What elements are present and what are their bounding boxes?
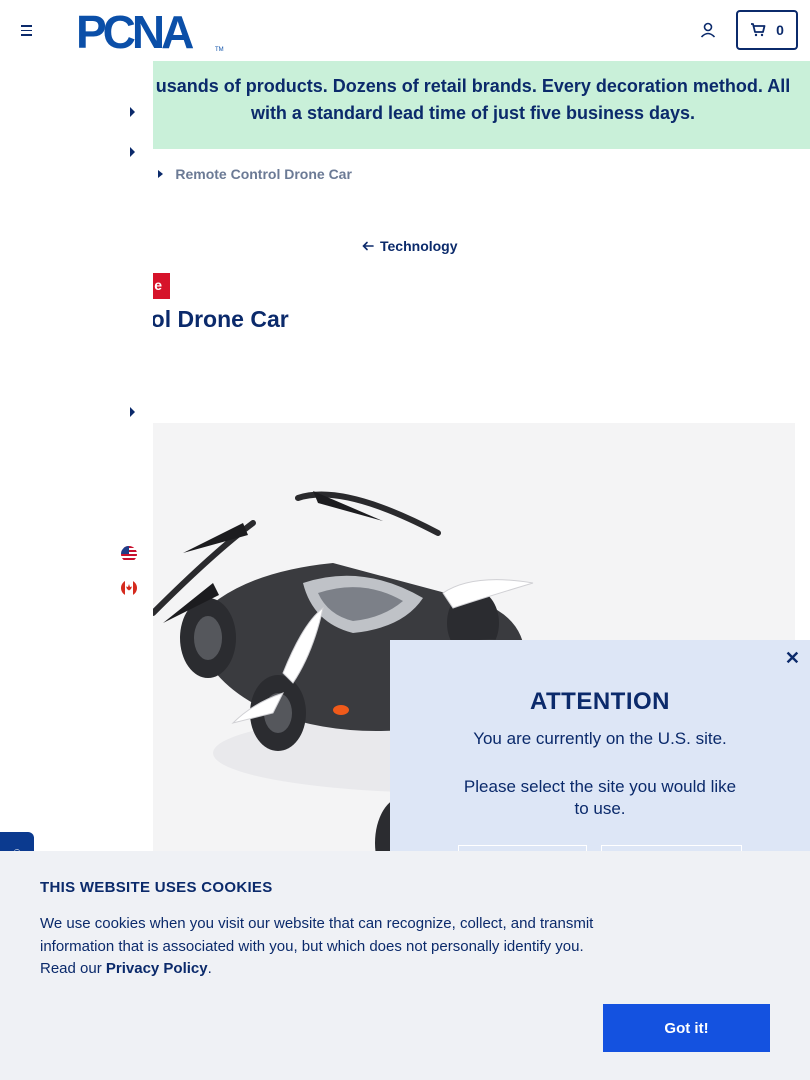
close-icon[interactable]: ✕ <box>785 648 800 669</box>
drawer-item-caret-icon[interactable] <box>130 107 135 117</box>
canada-flag-icon[interactable] <box>121 580 137 596</box>
drawer-item-caret-icon[interactable] <box>130 407 135 417</box>
cookie-title: THIS WEBSITE USES COOKIES <box>40 879 273 896</box>
pcna-logo[interactable]: PCNA TM <box>76 10 226 52</box>
back-to-category-link[interactable]: Technology <box>362 238 458 254</box>
breadcrumb: gy Remote Control Drone Car <box>130 166 352 182</box>
logo-text: PCNA <box>76 10 193 52</box>
back-link-label: Technology <box>380 238 458 254</box>
site-selection-modal: ✕ ATTENTION You are currently on the U.S… <box>390 640 810 881</box>
modal-message: You are currently on the U.S. site. <box>473 729 727 748</box>
cart-button[interactable]: 0 <box>736 10 798 50</box>
cart-count: 0 <box>776 22 784 38</box>
breadcrumb-separator-icon <box>158 170 164 178</box>
us-flag-icon[interactable] <box>121 546 137 562</box>
page: PCNA TM 0 usands of products. Dozens of … <box>0 0 810 1080</box>
cookie-text: We use cookies when you visit our websit… <box>40 913 610 981</box>
user-icon[interactable] <box>698 20 718 40</box>
cart-icon <box>751 23 766 37</box>
privacy-policy-link[interactable]: Privacy Policy <box>106 960 208 977</box>
arrow-left-icon <box>362 241 374 251</box>
drawer-item-caret-icon[interactable] <box>130 147 135 157</box>
accept-cookies-button[interactable]: Got it! <box>603 1004 770 1052</box>
menu-icon[interactable] <box>18 20 38 40</box>
svg-text:TM: TM <box>215 47 224 52</box>
breadcrumb-current: Remote Control Drone Car <box>175 166 352 182</box>
modal-title: ATTENTION <box>529 688 671 715</box>
cookie-text-end: . <box>207 960 212 977</box>
site-header: PCNA TM 0 <box>0 0 810 60</box>
modal-prompt: Please select the site you would like to… <box>463 777 737 818</box>
cookie-banner: THIS WEBSITE USES COOKIES We use cookies… <box>0 851 810 1080</box>
